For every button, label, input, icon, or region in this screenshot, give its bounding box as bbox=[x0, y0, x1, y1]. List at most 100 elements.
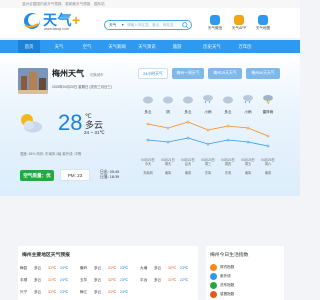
forecast-day[interactable]: 雷阵雨 bbox=[258, 82, 278, 115]
tab-15day[interactable]: 梅州15天天气 bbox=[208, 68, 242, 79]
district-name[interactable]: 兴宁 bbox=[20, 290, 27, 295]
high-temp-point bbox=[146, 122, 150, 126]
search-input[interactable]: 请输入市区县、景点、网站名 bbox=[127, 23, 174, 28]
forecast-condition: 多云 bbox=[144, 110, 152, 114]
logo-icon[interactable] bbox=[22, 12, 42, 30]
forecast-day[interactable]: 多云 bbox=[178, 82, 198, 115]
rain-icon bbox=[243, 95, 253, 104]
district-condition: 多云 bbox=[94, 278, 102, 282]
district-name[interactable]: 丰顺 bbox=[20, 278, 27, 283]
life-index-item[interactable]: 感冒指数 bbox=[210, 291, 280, 300]
forecast-date: 04月25日 周五 bbox=[238, 158, 258, 167]
nav-item-calendar[interactable]: 万年历 bbox=[232, 40, 258, 53]
district-name[interactable]: 梅县 bbox=[20, 266, 27, 271]
table-row[interactable]: 丰顺 多云 31℃ 24℃ 五华 多云 32℃ 23℃ 平远 多云 31℃ 22… bbox=[20, 278, 196, 286]
forecast-week-text: 周三 bbox=[204, 162, 212, 167]
forecast-date: 04月22日 后天 bbox=[178, 158, 198, 167]
life-index-item[interactable]: 紫外线 bbox=[210, 273, 280, 282]
forecast-date: 04月21日 明天 bbox=[158, 158, 178, 167]
table-row[interactable]: 兴宁 多云 31℃ 23℃ 梅江 多云 31℃ 24℃ bbox=[20, 290, 196, 298]
high-temp-point bbox=[226, 124, 230, 128]
district-high: 31℃ bbox=[168, 278, 177, 282]
low-temp-point bbox=[206, 142, 210, 146]
life-index-label: 穿衣指数 bbox=[220, 265, 235, 269]
quick-link-map[interactable]: 天气地图 bbox=[254, 15, 272, 31]
logo-url: www.tianqi.com bbox=[44, 27, 69, 31]
partly-cloudy-icon bbox=[21, 114, 42, 133]
forecast-day[interactable]: 多云 bbox=[218, 82, 238, 115]
forecast-day[interactable]: 阴 bbox=[158, 82, 178, 115]
forecast-wind: 南风 bbox=[184, 171, 192, 175]
forecast-condition: 多云 bbox=[184, 110, 192, 114]
app-icon bbox=[234, 15, 244, 25]
district-condition: 多云 bbox=[154, 266, 162, 270]
forecast-wind: 东风 bbox=[224, 171, 232, 175]
forecast-condition: 小雨 bbox=[204, 110, 212, 114]
table-row[interactable]: 梅县 多云 31℃ 24℃ 蕉岭 多云 31℃ 23℃ 大埔 多云 30℃ 23… bbox=[20, 266, 196, 274]
main-nav: 首页 天气 空气 天气新闻 天气资讯 旅游 历史天气 万年历 bbox=[0, 40, 300, 53]
quick-link-label: 天气地图 bbox=[255, 26, 271, 30]
district-high: 31℃ bbox=[108, 266, 117, 270]
life-index-item[interactable]: 穿衣指数 bbox=[210, 264, 280, 273]
district-forecast-title: 梅州主要地区天气预报 bbox=[22, 253, 70, 258]
quick-link-wechat[interactable]: 天气微信 bbox=[206, 15, 224, 31]
low-temp-point bbox=[186, 136, 190, 140]
tab-24h[interactable]: 24小时天气 bbox=[138, 68, 168, 79]
forecast-week-text: 后天 bbox=[184, 162, 192, 167]
high-temp-point bbox=[246, 126, 250, 130]
forecast-day[interactable]: 小雨 bbox=[238, 82, 258, 115]
low-temp-point bbox=[146, 138, 150, 142]
aqi-badge[interactable]: 空气质量：优 bbox=[20, 170, 54, 181]
forecast-week-text: 明天 bbox=[164, 162, 172, 167]
district-low: 23℃ bbox=[180, 266, 189, 270]
city-photo bbox=[18, 68, 48, 94]
switch-city-link[interactable]: 切换城市 bbox=[90, 72, 104, 77]
tab-week[interactable]: 梅州一周天气 bbox=[172, 68, 204, 79]
search-scope[interactable]: 天气 bbox=[109, 23, 116, 28]
high-temp-point bbox=[206, 128, 210, 132]
district-name[interactable]: 大埔 bbox=[140, 266, 147, 271]
district-condition: 多云 bbox=[34, 266, 42, 270]
district-low: 24℃ bbox=[60, 266, 69, 270]
forecast-date: 04月24日 周四 bbox=[218, 158, 238, 167]
life-index-label: 感冒指数 bbox=[220, 292, 235, 296]
nav-item-info[interactable]: 天气资讯 bbox=[134, 40, 160, 53]
thunderstorm-icon bbox=[263, 95, 273, 105]
life-index-label: 紫外线 bbox=[220, 274, 231, 278]
forecast-grid: 多云 阴 多云 小雨 多云 小雨 雷阵雨 04月20日 今天 04月21日 明天 0… bbox=[138, 82, 278, 192]
district-low: 24℃ bbox=[60, 278, 69, 282]
district-name[interactable]: 梅江 bbox=[80, 290, 87, 295]
clothing-icon bbox=[210, 264, 217, 271]
district-condition: 多云 bbox=[34, 290, 42, 294]
search-bar[interactable]: 天气 ▼ 请输入市区县、景点、网站名 bbox=[104, 20, 192, 30]
district-name[interactable]: 平远 bbox=[140, 278, 147, 283]
city-name: 梅州天气 bbox=[52, 69, 84, 78]
district-condition: 多云 bbox=[94, 266, 102, 270]
district-name[interactable]: 五华 bbox=[80, 278, 87, 283]
forecast-day[interactable]: 多云 bbox=[138, 82, 158, 115]
life-index-item[interactable]: 洗车指数 bbox=[210, 282, 280, 291]
forecast-wind: 东风 bbox=[204, 171, 212, 175]
cloud-icon bbox=[143, 96, 153, 104]
quick-link-label: 天气微信 bbox=[207, 26, 223, 30]
district-high: 31℃ bbox=[108, 290, 117, 294]
quick-link-label: 天气APP bbox=[231, 26, 247, 30]
tab-40day[interactable]: 梅州40天天气 bbox=[246, 68, 280, 79]
nav-item-history[interactable]: 历史天气 bbox=[198, 40, 226, 53]
forecast-week-text: 今天 bbox=[144, 162, 152, 167]
district-high: 31℃ bbox=[48, 290, 57, 294]
search-icon[interactable] bbox=[182, 22, 189, 29]
district-name[interactable]: 蕉岭 bbox=[80, 266, 87, 271]
nav-item-air[interactable]: 空气 bbox=[76, 40, 98, 53]
forecast-day[interactable]: 小雨 bbox=[198, 82, 218, 115]
district-low: 24℃ bbox=[120, 290, 129, 294]
nav-item-travel[interactable]: 旅游 bbox=[166, 40, 188, 53]
nav-item-home[interactable]: 首页 bbox=[18, 40, 40, 53]
chevron-down-icon[interactable]: ▼ bbox=[121, 23, 124, 27]
temperature-trend bbox=[146, 120, 270, 148]
low-temp-point bbox=[166, 140, 170, 144]
nav-item-weather[interactable]: 天气 bbox=[48, 40, 70, 53]
quick-link-app[interactable]: 天气APP bbox=[230, 15, 248, 31]
low-temp-point bbox=[226, 138, 230, 142]
nav-item-news[interactable]: 天气新闻 bbox=[104, 40, 130, 53]
